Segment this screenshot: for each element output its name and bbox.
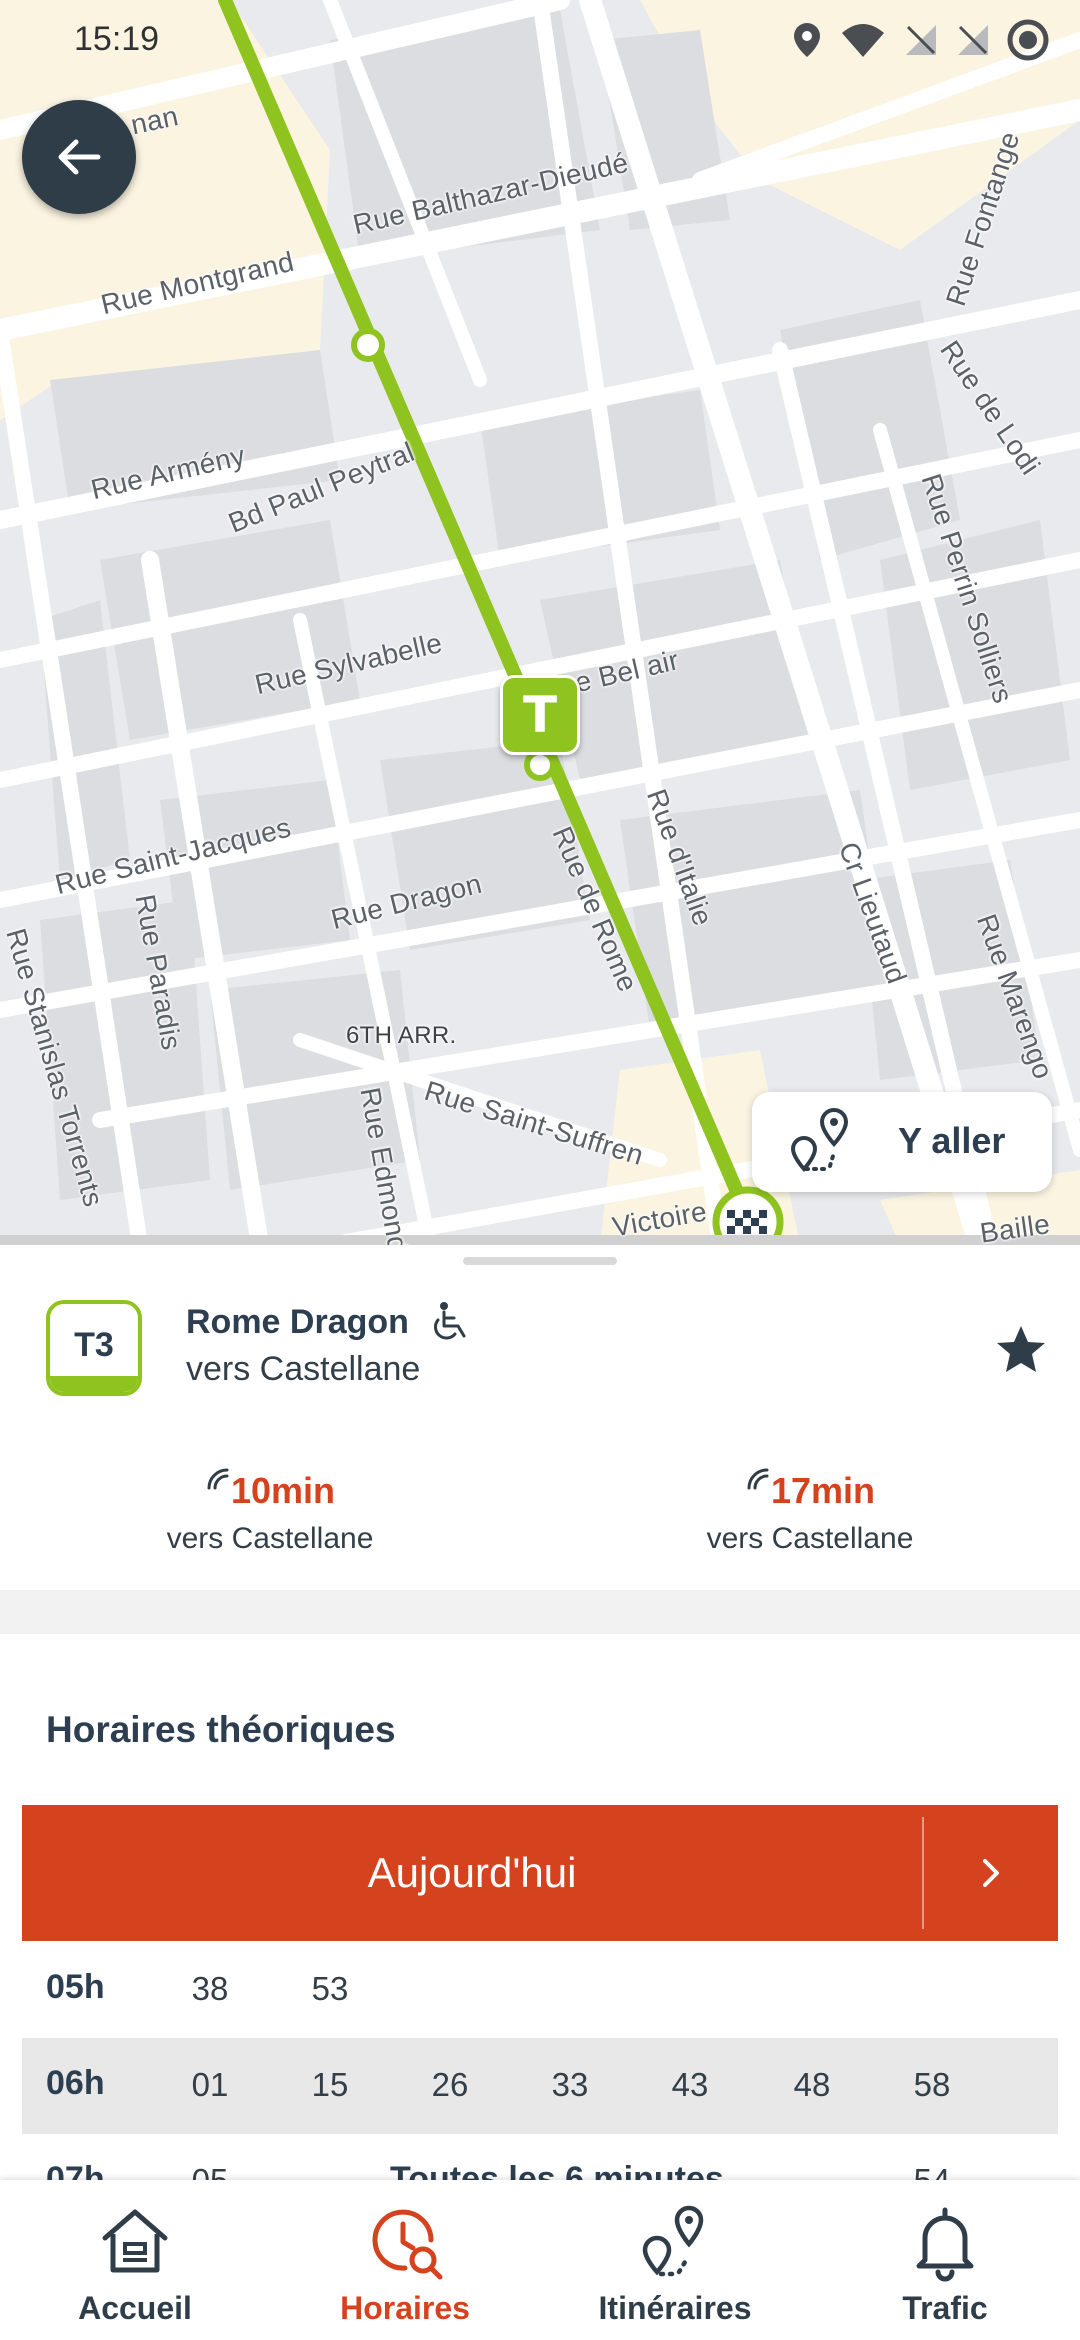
tram-marker-letter: T <box>522 686 558 744</box>
realtime-direction: vers Castellane <box>166 1522 374 1555</box>
realtime-signal-icon <box>207 1468 229 1490</box>
y-aller-label: Y aller <box>898 1120 1006 1161</box>
schedule-hour: 06h <box>46 2064 105 2102</box>
status-bar: 15:19 <box>0 0 1080 80</box>
realtime-signal-icon <box>747 1468 769 1490</box>
schedule-minute: 33 <box>551 2066 589 2103</box>
stop-name: Rome Dragon <box>186 1303 409 1341</box>
schedule-minute: 58 <box>913 2066 951 2103</box>
schedule-title: Horaires théoriques <box>46 1709 396 1750</box>
stop-details-sheet: T3 Rome Dragon vers Castellane 10min ver… <box>0 1245 1080 2340</box>
clock-search-icon <box>372 2209 443 2280</box>
section-divider <box>0 1590 1080 1634</box>
no-sim-icon <box>906 25 936 55</box>
arrow-left-icon <box>58 139 101 175</box>
schedule-row: 06h 01 15 26 33 43 48 58 <box>22 2038 1058 2134</box>
route-pins-icon <box>790 1107 849 1172</box>
record-icon <box>1007 19 1049 61</box>
day-selector[interactable]: Aujourd'hui <box>22 1805 1058 1941</box>
schedule-minute: 48 <box>793 2066 831 2103</box>
day-label: Aujourd'hui <box>367 1849 577 1896</box>
schedule-minute: 26 <box>431 2066 469 2103</box>
wifi-icon <box>842 24 884 57</box>
realtime-departure: 10min vers Castellane <box>130 1468 410 1556</box>
nav-accueil[interactable]: Accueil <box>0 2180 270 2340</box>
wheelchair-icon <box>434 1302 466 1340</box>
y-aller-button[interactable]: Y aller <box>752 1092 1052 1192</box>
schedule-minute: 43 <box>671 2066 709 2103</box>
nav-trafic[interactable]: Trafic <box>810 2180 1080 2340</box>
location-icon <box>794 23 820 57</box>
realtime-direction: vers Castellane <box>706 1522 914 1555</box>
chevron-right-icon <box>983 1859 999 1887</box>
realtime-time: 17min <box>770 1470 876 1511</box>
home-icon <box>102 2209 168 2273</box>
nav-label: Horaires <box>340 2290 470 2326</box>
schedule-minute: 01 <box>191 2066 229 2103</box>
line-badge-color-bar <box>50 1376 138 1392</box>
realtime-time: 10min <box>230 1470 336 1511</box>
route-pins-icon <box>642 2205 704 2277</box>
line-badge-label: T3 <box>74 1326 114 1364</box>
realtime-departure: 17min vers Castellane <box>670 1468 950 1556</box>
nav-horaires[interactable]: Horaires <box>270 2180 540 2340</box>
bell-icon <box>916 2207 974 2282</box>
drag-handle[interactable] <box>463 1257 617 1265</box>
nav-itineraires[interactable]: Itinéraires <box>540 2180 810 2340</box>
bottom-navigation: Accueil Horaires Itinéraires Trafic <box>0 2180 1080 2340</box>
district-label: 6TH ARR. <box>346 1022 457 1049</box>
schedule-minute: 15 <box>311 2066 349 2103</box>
map-view[interactable]: nan Rue Balthazar-Dieudé Rue Montgrand R… <box>0 0 1080 1245</box>
favorite-star-icon[interactable] <box>994 1323 1048 1377</box>
stop-direction: vers Castellane <box>186 1350 421 1388</box>
line-badge: T3 <box>46 1300 142 1396</box>
schedule-row: 05h 38 53 <box>22 1942 1058 2038</box>
status-time: 15:19 <box>74 20 160 58</box>
nav-label: Trafic <box>902 2290 988 2326</box>
schedule-hour: 05h <box>46 1968 105 2006</box>
nav-label: Accueil <box>78 2290 192 2326</box>
nav-label: Itinéraires <box>598 2290 752 2326</box>
no-signal-icon <box>958 25 988 55</box>
next-day-button[interactable] <box>924 1805 1058 1941</box>
schedule-minute: 38 <box>191 1970 229 2007</box>
schedule-minute: 53 <box>311 1970 349 2007</box>
back-button[interactable] <box>22 100 136 214</box>
tram-vehicle-marker[interactable]: T <box>500 675 580 755</box>
